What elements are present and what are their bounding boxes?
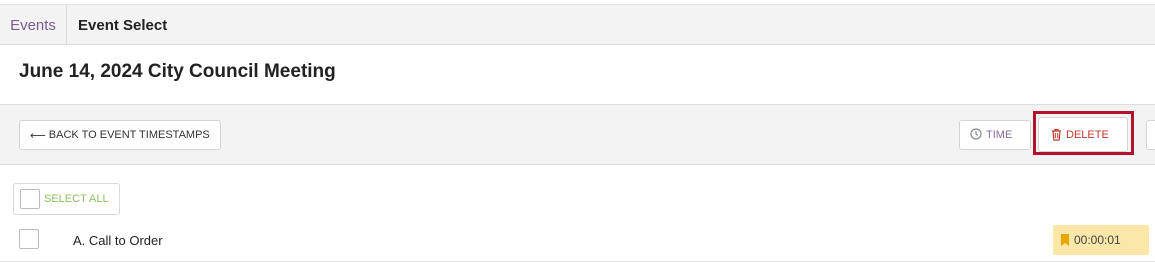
time-button-label: TIME [986, 129, 1013, 141]
page-title: June 14, 2024 City Council Meeting [19, 61, 336, 82]
title-row: June 14, 2024 City Council Meeting [0, 45, 1155, 105]
top-tab-bar: Events Event Select [0, 4, 1155, 45]
back-button-label: BACK TO EVENT TIMESTAMPS [48, 129, 210, 141]
list-item[interactable]: A. Call to Order 00:00:01 [0, 220, 1155, 262]
clock-icon [970, 127, 982, 143]
delete-button-label: DELETE [1066, 128, 1109, 141]
back-to-timestamps-button[interactable]: ⟵ BACK TO EVENT TIMESTAMPS [19, 120, 221, 150]
toolbar: ⟵ BACK TO EVENT TIMESTAMPS TIME DELETE [0, 105, 1155, 165]
back-arrow-icon: ⟵ [30, 129, 46, 142]
timestamp-text: 00:00:01 [1074, 233, 1121, 247]
item-checkbox[interactable] [19, 229, 39, 249]
more-button[interactable] [1146, 120, 1155, 150]
tab-event-select-label: Event Select [78, 16, 168, 34]
time-button[interactable]: TIME [959, 120, 1031, 150]
bookmark-icon [1061, 234, 1069, 246]
tab-events[interactable]: Events [0, 5, 67, 45]
select-all-label: SELECT ALL [44, 193, 109, 205]
item-title: A. Call to Order [73, 233, 163, 248]
select-all-button[interactable]: SELECT ALL [13, 183, 120, 215]
tab-events-label: Events [10, 16, 56, 34]
tab-event-select[interactable]: Event Select [78, 5, 167, 45]
timestamp-badge[interactable]: 00:00:01 [1053, 225, 1149, 255]
trash-icon [1051, 128, 1062, 141]
select-all-checkbox[interactable] [20, 189, 40, 209]
delete-button[interactable]: DELETE [1038, 117, 1128, 152]
